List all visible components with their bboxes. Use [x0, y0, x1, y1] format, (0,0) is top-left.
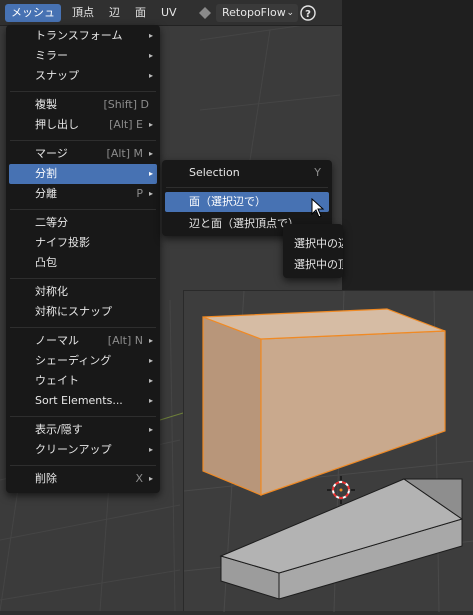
menu-separator — [166, 187, 328, 188]
menu-tab-vertex[interactable]: 頂点 — [66, 4, 100, 22]
submenu-arrow-icon: ▸ — [148, 169, 153, 178]
chevron-down-icon: ⌄ — [286, 8, 294, 18]
mouse-pointer-icon — [311, 198, 325, 218]
menu-item-clean-up[interactable]: クリーンアップ ▸ — [9, 440, 157, 460]
menu-separator — [10, 209, 156, 210]
menu-tab-mesh[interactable]: メッシュ — [5, 4, 61, 22]
retopoflow-label: RetopoFlow — [222, 6, 286, 19]
3d-cursor — [327, 476, 355, 504]
menu-item-show-hide[interactable]: 表示/隠す ▸ — [9, 420, 157, 440]
shortcut-label: X — [135, 472, 143, 485]
submenu-item-faces-by-edges[interactable]: 面（選択辺で） — [165, 192, 329, 212]
inset-viewport[interactable] — [183, 290, 473, 613]
menu-item-snap[interactable]: スナップ ▸ — [9, 66, 157, 86]
tooltip: 選択中の辺 選択中の頂 — [283, 224, 343, 278]
menu-separator — [10, 416, 156, 417]
shortcut-label: P — [136, 187, 143, 200]
menu-separator — [10, 91, 156, 92]
mesh-menu: トランスフォーム ▸ ミラー ▸ スナップ ▸ 複製 [Shift] D 押し出し [Al… — [6, 25, 160, 493]
menu-item-normals[interactable]: ノーマル [Alt] N ▸ — [9, 331, 157, 351]
menu-item-transform[interactable]: トランスフォーム ▸ — [9, 26, 157, 46]
submenu-arrow-icon: ▸ — [148, 356, 153, 365]
submenu-arrow-icon: ▸ — [148, 189, 153, 198]
tooltip-line: 選択中の辺 — [294, 237, 343, 250]
menu-item-snap-to-symmetry[interactable]: 対称にスナップ — [9, 302, 157, 322]
menu-item-weights[interactable]: ウェイト ▸ — [9, 371, 157, 391]
submenu-arrow-icon: ▸ — [148, 445, 153, 454]
dark-panel — [342, 0, 473, 290]
shortcut-label: Y — [314, 166, 321, 179]
submenu-arrow-icon: ▸ — [148, 120, 153, 129]
menu-separator — [10, 465, 156, 466]
menu-item-symmetrize[interactable]: 対称化 — [9, 282, 157, 302]
menu-item-delete[interactable]: 削除 X ▸ — [9, 469, 157, 489]
submenu-arrow-icon: ▸ — [148, 51, 153, 60]
diamond-icon[interactable] — [197, 5, 213, 21]
svg-text:?: ? — [305, 9, 311, 20]
submenu-arrow-icon: ▸ — [148, 149, 153, 158]
menu-separator — [10, 278, 156, 279]
tooltip-line: 選択中の頂 — [294, 258, 343, 271]
submenu-arrow-icon: ▸ — [148, 425, 153, 434]
menu-item-bisect[interactable]: 二等分 — [9, 213, 157, 233]
submenu-arrow-icon: ▸ — [148, 376, 153, 385]
menu-item-convex-hull[interactable]: 凸包 — [9, 253, 157, 273]
menu-item-merge[interactable]: マージ [Alt] M ▸ — [9, 144, 157, 164]
menu-separator — [10, 140, 156, 141]
submenu-item-selection[interactable]: Selection Y — [165, 163, 329, 183]
menu-tab-edge[interactable]: 辺 — [103, 4, 126, 22]
submenu-arrow-icon: ▸ — [148, 71, 153, 80]
menu-item-shading[interactable]: シェーディング ▸ — [9, 351, 157, 371]
submenu-arrow-icon: ▸ — [148, 396, 153, 405]
shortcut-label: [Alt] M — [106, 147, 143, 160]
menu-item-sort-elements[interactable]: Sort Elements... ▸ — [9, 391, 157, 411]
menu-tab-uv[interactable]: UV — [155, 4, 183, 22]
shortcut-label: [Shift] D — [103, 98, 149, 111]
submenu-arrow-icon: ▸ — [148, 31, 153, 40]
menu-item-mirror[interactable]: ミラー ▸ — [9, 46, 157, 66]
menu-tab-face[interactable]: 面 — [129, 4, 152, 22]
menu-item-knife-project[interactable]: ナイフ投影 — [9, 233, 157, 253]
question-icon[interactable]: ? — [300, 5, 316, 21]
shortcut-label: [Alt] E — [109, 118, 143, 131]
menu-item-duplicate[interactable]: 複製 [Shift] D — [9, 95, 157, 115]
menu-item-extrude[interactable]: 押し出し [Alt] E ▸ — [9, 115, 157, 135]
submenu-arrow-icon: ▸ — [148, 336, 153, 345]
viewport-header: メッシュ 頂点 辺 面 UV RetopoFlow ⌄ ? — [0, 0, 342, 26]
menu-item-separate[interactable]: 分離 P ▸ — [9, 184, 157, 204]
menu-separator — [10, 327, 156, 328]
submenu-arrow-icon: ▸ — [148, 474, 153, 483]
selected-mesh — [202, 308, 446, 496]
menu-item-split[interactable]: 分割 ▸ — [9, 164, 157, 184]
retopoflow-dropdown[interactable]: RetopoFlow ⌄ — [216, 4, 298, 22]
shortcut-label: [Alt] N — [107, 334, 143, 347]
mesh-geometry — [183, 290, 473, 613]
